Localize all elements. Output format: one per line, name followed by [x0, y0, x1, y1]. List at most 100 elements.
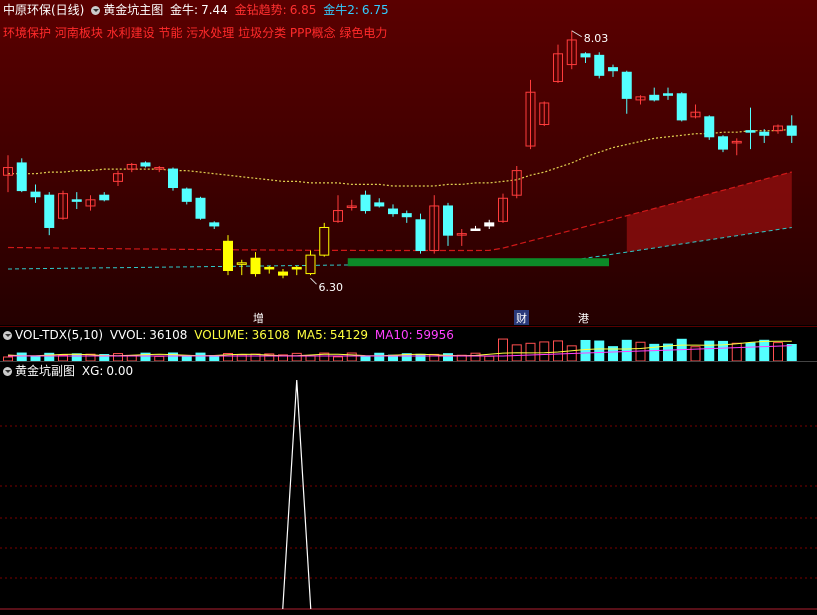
candle-body: [44, 194, 55, 228]
candle-body: [168, 168, 178, 189]
volume-bar: [553, 340, 563, 361]
candle-body: [718, 136, 728, 150]
low-price-label: 6.30: [319, 281, 344, 294]
volume-bar: [374, 352, 385, 361]
indicator-title[interactable]: 黄金坑主图: [103, 3, 163, 17]
candle-body: [745, 130, 756, 133]
candle-body: [663, 93, 673, 96]
volume-bar: [470, 352, 481, 361]
sub-chart-title[interactable]: 黄金坑副图: [15, 364, 75, 378]
indicator-goldbull2-label: 金牛2:: [323, 3, 359, 17]
signal-marker-gang[interactable]: 港: [576, 310, 591, 325]
volume-bar: [291, 352, 302, 361]
signal-marker-cai[interactable]: 财: [514, 310, 529, 325]
volume-bar: [580, 339, 591, 361]
sub-chart-panel[interactable]: 黄金坑副图 XG: 0.00: [0, 361, 817, 615]
candle-body: [140, 162, 151, 167]
ma5-label: MA5:: [296, 328, 327, 342]
ma5-value: 54129: [329, 328, 369, 342]
vvol-value: 36108: [149, 328, 188, 342]
high-price-label: 8.03: [584, 32, 609, 45]
candle-body: [278, 271, 288, 276]
volume-bar: [704, 340, 715, 361]
green-band: [347, 258, 609, 267]
candle-body: [236, 262, 247, 265]
ma5-line: [7, 340, 792, 357]
candle-body: [264, 266, 275, 270]
candle-body: [594, 54, 605, 76]
ma10-value: 59956: [415, 328, 454, 342]
indicator-trend-label: 金钻趋势:: [234, 3, 287, 17]
volume-bar: [346, 352, 357, 361]
volume-bar: [429, 353, 440, 361]
low-pointer: [310, 277, 317, 285]
volume-bar: [773, 342, 783, 361]
candle-body: [319, 226, 330, 256]
indicator-menu-icon[interactable]: [91, 6, 101, 15]
high-pointer: [571, 30, 583, 38]
volume-panel[interactable]: VOL-TDX(5,10) VVOL: 36108 VOLUME: 36108 MA…: [0, 326, 817, 361]
candle-body: [580, 53, 591, 58]
volume-bar: [539, 341, 550, 361]
xg-label: XG:: [81, 364, 104, 378]
candle-body: [649, 94, 660, 101]
volume-bar: [525, 342, 536, 361]
volume-bar: [113, 353, 123, 361]
indicator-trend-value: 6.85: [289, 3, 317, 17]
vvol-label: VVOL:: [109, 328, 147, 342]
candle-body: [608, 67, 618, 72]
candle-body: [443, 205, 453, 236]
candle-body: [388, 208, 398, 215]
indicator-goldbull2-value: 6.75: [361, 3, 389, 17]
volume-bar: [786, 344, 797, 361]
volume-menu-icon[interactable]: [3, 331, 12, 340]
volume-bar: [195, 352, 206, 361]
signal-marker-zeng[interactable]: 增: [251, 310, 266, 325]
volume-bar: [745, 342, 756, 361]
volume-label: VOLUME:: [194, 328, 249, 342]
candle-body: [181, 188, 192, 202]
volume-bar: [621, 339, 632, 361]
sub-chart-header: 黄金坑副图 XG: 0.00: [3, 364, 136, 378]
concept-tags: 环境保护 河南板块 水利建设 节能 污水处理 垃圾分类 PPP概念 绿色电力: [3, 26, 388, 40]
main-chart-header: 中原环保(日线) 黄金坑主图 金牛: 7.44 金钻趋势: 6.85 金牛2: 6.7…: [3, 3, 392, 17]
volume-bar: [635, 341, 646, 361]
candle-body: [305, 254, 316, 275]
candle-body: [415, 219, 426, 252]
sub-chart-menu-icon[interactable]: [3, 367, 12, 376]
main-chart-canvas[interactable]: 8.03 6.30: [0, 0, 817, 325]
volume-bar: [498, 338, 508, 361]
sub-chart-canvas[interactable]: [0, 362, 817, 615]
candle-body: [759, 131, 770, 136]
candle-body: [30, 191, 41, 198]
xg-spike: [282, 379, 312, 610]
stock-title[interactable]: 中原环保(日线): [3, 3, 84, 17]
volume-bar: [594, 340, 605, 361]
indicator-goldbull-value: 7.44: [201, 3, 228, 17]
candle-body: [71, 199, 82, 202]
candle-body: [484, 222, 495, 227]
volume-bar: [16, 352, 27, 361]
volume-header: VOL-TDX(5,10) VVOL: 36108 VOLUME: 36108 MA…: [3, 328, 457, 342]
volume-bar: [71, 353, 82, 361]
main-chart-panel[interactable]: 8.03 6.30 中原环保(日线) 黄金坑主图 金牛: 7.44 金钻趋势: 6.8…: [0, 0, 817, 325]
ma10-label: MA10:: [374, 328, 413, 342]
candle-body: [676, 93, 687, 121]
volume-value: 36108: [251, 328, 290, 342]
candle-body: [99, 194, 110, 201]
candle-body: [374, 202, 385, 207]
volume-title[interactable]: VOL-TDX(5,10): [15, 328, 103, 342]
candle-body: [470, 228, 481, 232]
candle-body: [209, 222, 220, 227]
candle-body: [223, 240, 233, 272]
volume-bar: [250, 353, 261, 361]
candle-body: [704, 116, 715, 138]
candle-body: [360, 194, 371, 212]
volume-bar: [731, 342, 742, 361]
candle-body: [195, 197, 206, 219]
candle-body: [250, 257, 261, 275]
candle-body: [16, 162, 27, 192]
candle-body: [786, 125, 797, 136]
xg-value: 0.00: [106, 364, 134, 378]
candle-body: [291, 266, 302, 270]
